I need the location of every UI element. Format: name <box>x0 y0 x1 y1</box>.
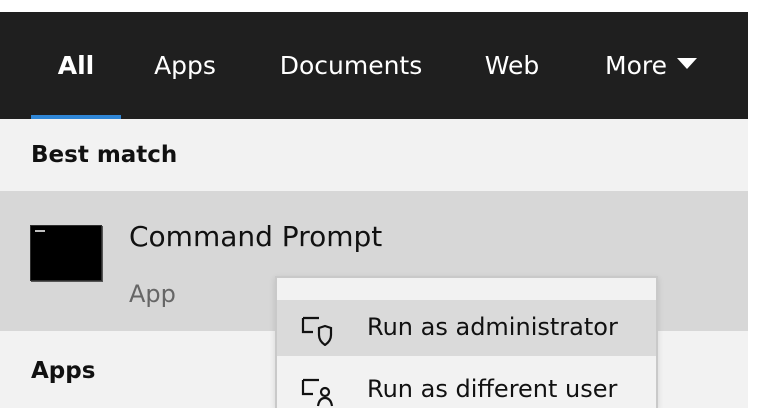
console-window-marker <box>35 230 45 232</box>
context-menu: Run as administrator Run as different us… <box>275 276 658 408</box>
menu-item-run-as-different-user[interactable]: Run as different user <box>277 362 656 408</box>
command-prompt-icon <box>30 225 102 281</box>
search-window: All Apps Documents Web More Best match C… <box>0 0 759 408</box>
tab-all[interactable]: All <box>31 12 121 119</box>
tab-more-label: More <box>605 51 667 80</box>
top-screen-edge <box>0 0 759 12</box>
menu-label-run-as-administrator: Run as administrator <box>367 313 618 341</box>
chevron-down-icon <box>676 58 697 69</box>
menu-item-run-as-administrator[interactable]: Run as administrator <box>277 300 656 356</box>
tab-web[interactable]: Web <box>475 12 549 119</box>
search-filter-tabs: All Apps Documents Web More <box>0 12 748 121</box>
result-type: App <box>129 280 176 308</box>
result-title: Command Prompt <box>129 220 383 253</box>
tab-web-label: Web <box>484 51 540 80</box>
tab-apps[interactable]: Apps <box>143 12 227 119</box>
right-screen-edge <box>748 0 759 408</box>
tab-all-label: All <box>57 51 95 80</box>
different-user-icon <box>301 378 334 407</box>
best-match-header: Best match <box>31 142 178 168</box>
shield-icon <box>301 316 333 346</box>
menu-label-run-as-different-user: Run as different user <box>367 375 618 403</box>
tab-documents[interactable]: Documents <box>264 12 438 119</box>
tab-documents-label: Documents <box>279 51 423 80</box>
apps-header: Apps <box>31 358 96 384</box>
tab-apps-label: Apps <box>154 51 216 80</box>
tab-more[interactable]: More <box>586 12 716 119</box>
